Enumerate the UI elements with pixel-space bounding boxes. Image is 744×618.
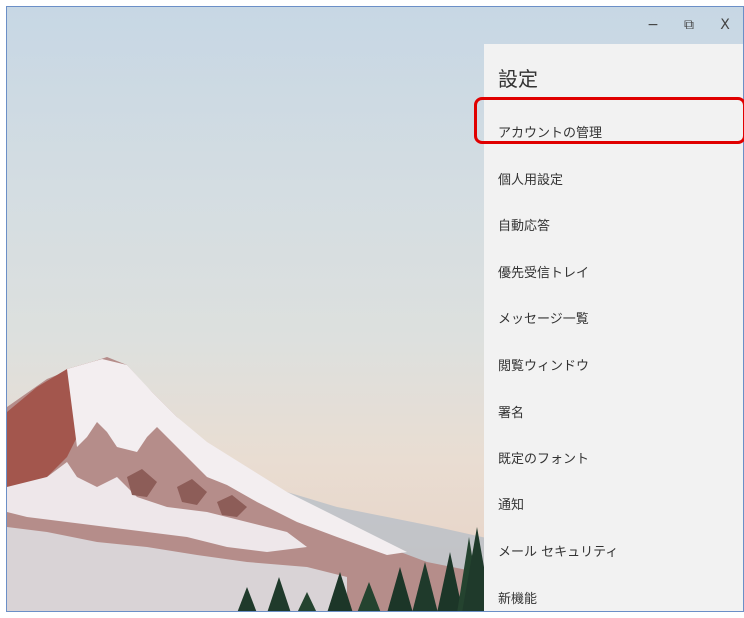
menu-item-label: 通知 <box>498 497 525 513</box>
menu-item-signature[interactable]: 署名 <box>498 396 742 426</box>
settings-title: 設定 <box>498 67 538 91</box>
menu-item-message-list[interactable]: メッセージ一覧 <box>498 302 742 332</box>
restore-button[interactable]: ⧉ <box>671 7 707 43</box>
menu-item-personalization[interactable]: 個人用設定 <box>498 163 742 193</box>
window-titlebar-controls: − ⧉ X <box>603 7 743 43</box>
menu-item-label: 新機能 <box>498 591 538 607</box>
menu-item-notifications[interactable]: 通知 <box>498 488 742 518</box>
menu-item-label: 自動応答 <box>498 218 551 234</box>
menu-item-auto-reply[interactable]: 自動応答 <box>498 209 742 239</box>
menu-item-whats-new[interactable]: 新機能 <box>498 582 742 611</box>
selection-highlight-box <box>474 97 744 144</box>
menu-item-mail-security[interactable]: メール セキュリティ <box>498 535 742 565</box>
menu-item-reading-pane[interactable]: 閲覧ウィンドウ <box>498 349 742 379</box>
menu-item-label: 閲覧ウィンドウ <box>498 358 590 374</box>
menu-item-focused-inbox[interactable]: 優先受信トレイ <box>498 256 742 286</box>
menu-item-label: メール セキュリティ <box>498 544 619 560</box>
close-button[interactable]: X <box>707 7 743 43</box>
menu-item-label: 既定のフォント <box>498 451 590 467</box>
menu-item-label: 署名 <box>498 405 525 421</box>
menu-item-label: 優先受信トレイ <box>498 265 590 281</box>
menu-item-label: 個人用設定 <box>498 172 564 188</box>
menu-item-label: メッセージ一覧 <box>498 311 589 327</box>
minimize-button[interactable]: − <box>635 7 671 43</box>
menu-item-default-font[interactable]: 既定のフォント <box>498 442 742 472</box>
